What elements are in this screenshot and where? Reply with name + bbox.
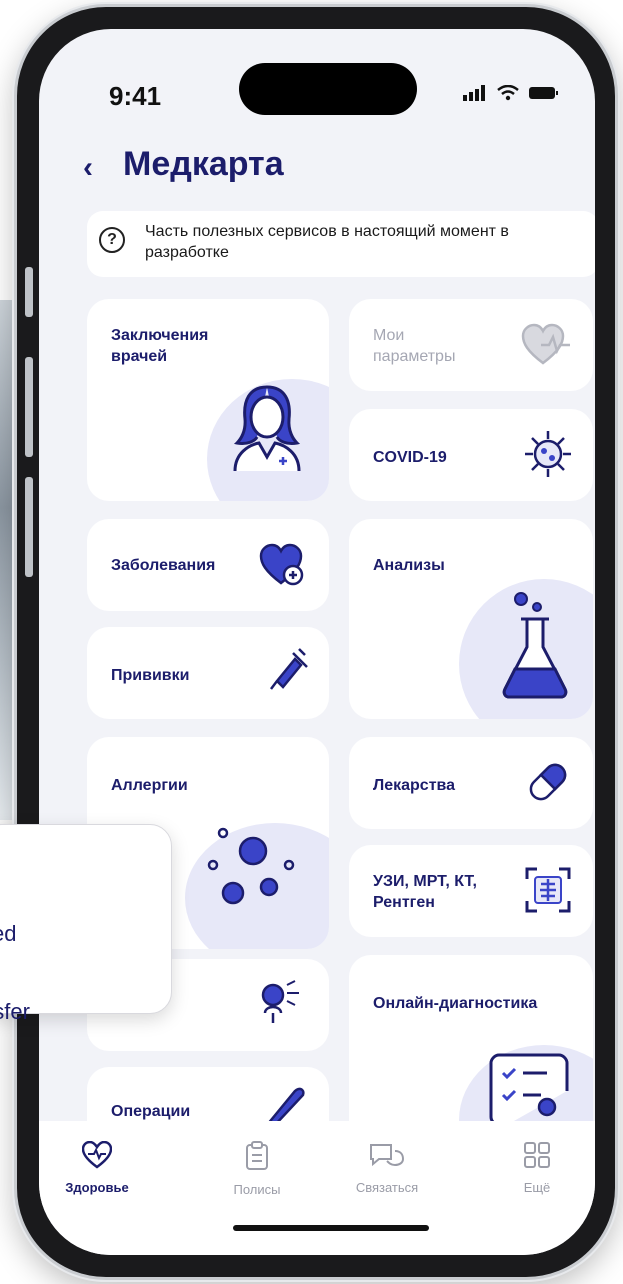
clipboard-icon xyxy=(246,1141,268,1170)
heart-plus-icon xyxy=(259,543,304,586)
grid-icon xyxy=(524,1142,550,1168)
toast-line-1: ked xyxy=(0,921,17,946)
card-diseases-label: Заболевания xyxy=(111,557,216,574)
pill-icon xyxy=(529,763,567,801)
heart-pulse-icon xyxy=(81,1140,113,1169)
toast-text: ked nsfer xyxy=(0,869,171,1077)
chat-icon xyxy=(370,1144,405,1167)
card-medicines[interactable]: Лекарства xyxy=(349,737,593,829)
card-medicines-label: Лекарства xyxy=(373,777,456,794)
dynamic-island xyxy=(239,63,417,115)
card-my-params-label: Мои параметры xyxy=(373,327,456,365)
tab-health[interactable]: Здоровье xyxy=(47,1140,147,1195)
bottom-tab-bar: Здоровье Полисы Связаться Ещё xyxy=(39,1121,595,1255)
status-time: 9:41 xyxy=(109,81,162,111)
toast-line-2: nsfer xyxy=(0,999,30,1024)
flask-icon xyxy=(502,592,568,699)
card-analyses-label: Анализы xyxy=(373,557,445,574)
card-imaging-label: УЗИ, МРТ, КТ, Рентген xyxy=(373,873,477,911)
card-vaccinations-label: Прививки xyxy=(111,667,190,684)
tab-label: Полисы xyxy=(233,1182,281,1197)
notice-text: Часть полезных сервисов в настоящий моме… xyxy=(145,223,509,261)
side-button xyxy=(25,357,33,457)
phone-frame: 9:41 ‹ Медкарта ? Часть полезных сервисо… xyxy=(14,4,618,1280)
top-nav: ‹ Медкарта xyxy=(39,137,595,207)
card-conclusions-label: Заключения врачей xyxy=(111,327,209,365)
signal-icon xyxy=(463,85,485,101)
virus-icon xyxy=(525,431,571,477)
tab-label: Ещё xyxy=(523,1180,551,1195)
card-covid[interactable]: COVID-19 xyxy=(349,409,593,501)
card-vaccinations[interactable]: Прививки xyxy=(87,627,329,719)
heart-pulse-icon xyxy=(521,323,570,365)
home-indicator xyxy=(233,1225,429,1231)
doctor-icon xyxy=(233,385,301,472)
card-covid-label: COVID-19 xyxy=(373,449,447,466)
tab-contact[interactable]: Связаться xyxy=(337,1141,437,1195)
card-my-params[interactable]: Мои параметры xyxy=(349,299,593,391)
card-online-diagnostics-label: Онлайн-диагностика xyxy=(373,995,538,1012)
side-button xyxy=(25,267,33,317)
card-allergies-label: Аллергии xyxy=(111,777,188,794)
status-bar: 9:41 xyxy=(39,29,595,115)
allergen-icon xyxy=(261,980,299,1023)
card-operations-label: Операции xyxy=(111,1103,191,1120)
tab-policies[interactable]: Полисы xyxy=(207,1141,307,1197)
card-online-diagnostics[interactable]: Онлайн-диагностика xyxy=(349,955,593,1145)
tab-more[interactable]: Ещё xyxy=(487,1141,587,1195)
syringe-icon xyxy=(270,648,308,690)
back-button[interactable]: ‹ xyxy=(83,151,93,185)
card-imaging[interactable]: УЗИ, МРТ, КТ, Рентген xyxy=(349,845,593,937)
side-button xyxy=(25,477,33,577)
card-analyses[interactable]: Анализы xyxy=(349,519,593,719)
bubbles-icon xyxy=(207,827,295,905)
page-title: Медкарта xyxy=(123,145,284,183)
tab-label: Связаться xyxy=(355,1180,419,1195)
wifi-icon xyxy=(497,85,519,101)
overlay-toast-card: ked nsfer xyxy=(0,824,172,1024)
xray-icon xyxy=(525,867,571,913)
tab-label: Здоровье xyxy=(65,1180,129,1195)
card-conclusions[interactable]: Заключения врачей xyxy=(87,299,329,501)
development-notice: ? Часть полезных сервисов в настоящий мо… xyxy=(87,211,595,277)
card-diseases[interactable]: Заболевания xyxy=(87,519,329,611)
status-icons xyxy=(463,85,559,101)
battery-icon xyxy=(529,87,558,99)
question-icon: ? xyxy=(99,227,125,253)
